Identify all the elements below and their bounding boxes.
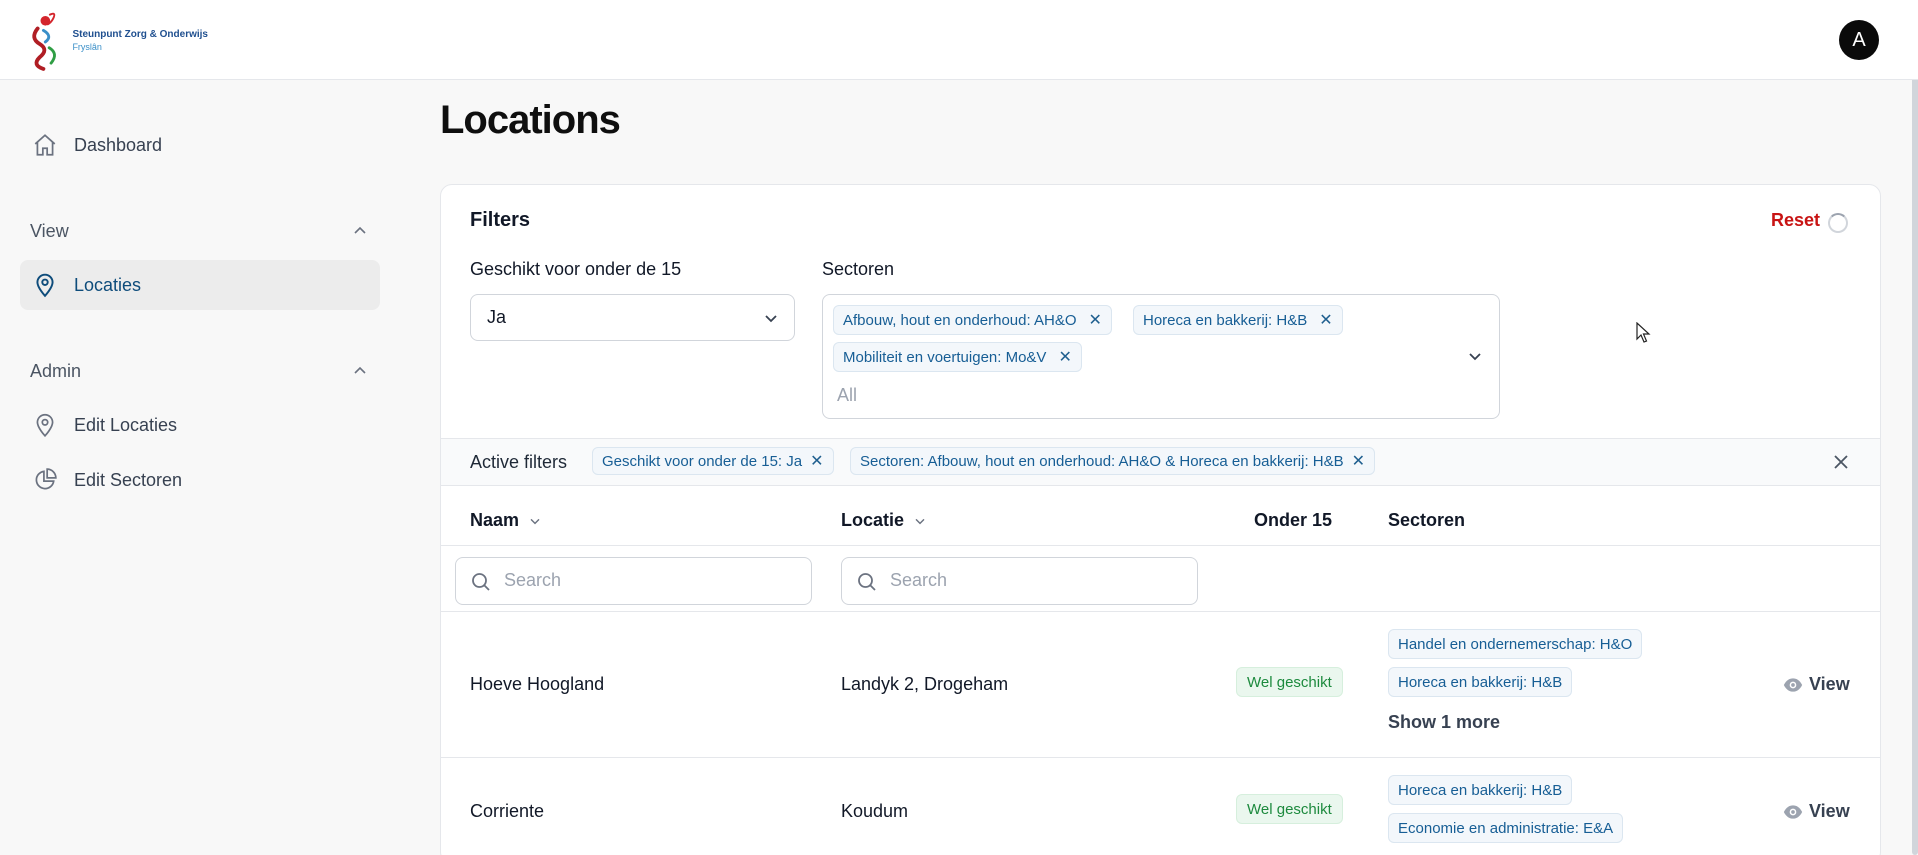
column-header-label: Naam [470,510,520,530]
locatie-search-input[interactable] [890,570,1170,591]
remove-tag-icon[interactable]: ✕ [1089,310,1102,330]
search-icon [472,573,490,591]
sidebar-item-edit-sectoren[interactable]: Edit Sectoren [20,455,380,505]
sectoren-tag: Horeca en bakkerij: H&B ✕ [1133,305,1343,335]
active-filter-chip-label: Geschikt voor onder de 15: Ja [602,452,803,470]
divider [441,757,1880,758]
logo-mark-icon [32,12,56,71]
chevron-up-icon [354,226,366,234]
search-icon [858,573,876,591]
remove-tag-icon[interactable]: ✕ [1319,310,1332,330]
cell-locatie: Koudum [841,801,909,821]
sectoren-tag-label: Horeca en bakkerij: H&B [1143,311,1308,329]
mouse-cursor-icon [1636,322,1651,343]
sector-tag: Handel en ondernemerschap: H&O [1388,629,1643,659]
sidebar-item-locaties[interactable]: Locaties [20,260,380,310]
column-header-sectoren: Sectoren [1388,510,1465,531]
filters-title: Filters [470,209,531,231]
active-filters-label: Active filters [470,452,568,472]
locatie-search-field[interactable] [841,557,1198,605]
chevron-down-icon [915,518,925,524]
sidebar: Dashboard View Locaties Admin Edit Locat… [0,80,390,855]
status-badge: Wel geschikt [1236,794,1343,824]
sectoren-tag: Mobiliteit en voertuigen: Mo&V ✕ [833,342,1082,372]
sectoren-multiselect[interactable]: Afbouw, hout en onderhoud: AH&O ✕ Horeca… [822,294,1500,419]
locations-card: Filters Reset Geschikt voor onder de 15 … [440,184,1881,855]
logo[interactable]: Steunpunt Zorg & Onderwijs Fryslân [28,8,208,74]
sidebar-group-view[interactable]: View [30,216,370,246]
sector-tag: Horeca en bakkerij: H&B [1388,667,1573,697]
remove-filter-icon[interactable]: ✕ [1352,451,1365,471]
sectoren-tag-label: Mobiliteit en voertuigen: Mo&V [843,348,1047,366]
sidebar-item-label: Locaties [74,274,142,295]
divider [441,611,1880,612]
home-icon [30,130,60,160]
map-pin-icon [30,410,60,440]
under15-select[interactable]: Ja [470,294,795,341]
view-button[interactable]: View [1783,801,1850,822]
sectoren-placeholder: All [837,385,858,405]
eye-icon [1783,804,1803,819]
sidebar-group-admin[interactable]: Admin [30,356,370,386]
column-header-label: Sectoren [1388,510,1466,530]
user-avatar[interactable]: A [1839,20,1879,60]
active-filters-bar: Active filters Geschikt voor onder de 15… [441,438,1880,486]
sector-tag: Horeca en bakkerij: H&B [1388,775,1573,805]
sidebar-item-dashboard[interactable]: Dashboard [20,120,380,170]
under15-filter-label: Geschikt voor onder de 15 [470,259,682,279]
sectoren-tag: Afbouw, hout en onderhoud: AH&O ✕ [833,305,1112,335]
reset-filters-button[interactable]: Reset [1771,210,1820,231]
pie-chart-icon [30,465,60,495]
divider [441,545,1880,546]
clear-filters-icon[interactable] [1830,451,1852,473]
active-filter-chip: Sectoren: Afbouw, hout en onderhoud: AH&… [850,447,1376,475]
sidebar-item-label: Edit Locaties [74,414,178,435]
chevron-down-icon [765,315,777,323]
sidebar-item-label: Dashboard [74,134,163,155]
view-button[interactable]: View [1783,674,1850,695]
page-scrollbar[interactable] [1912,40,1918,855]
column-header-onder15: Onder 15 [1254,510,1332,531]
top-bar: Steunpunt Zorg & Onderwijs Fryslân A [0,0,1918,80]
column-header-label: Locatie [841,510,905,530]
naam-search-field[interactable] [455,557,812,605]
sidebar-item-label: Edit Sectoren [74,469,183,490]
view-label: View [1809,674,1850,694]
sectoren-tag-label: Afbouw, hout en onderhoud: AH&O [843,311,1077,329]
cell-naam: Corriente [470,801,545,821]
chevron-down-icon [1469,353,1481,361]
sectoren-filter-label: Sectoren [822,259,895,279]
eye-icon [1783,677,1803,692]
column-header-locatie[interactable]: Locatie [841,510,928,531]
status-badge: Wel geschikt [1236,667,1343,697]
show-more-button[interactable]: Show 1 more [1388,712,1500,733]
column-header-naam[interactable]: Naam [470,510,543,531]
view-label: View [1809,801,1850,821]
chevron-down-icon [530,518,540,524]
logo-line1: Steunpunt Zorg & Onderwijs [72,29,208,40]
sidebar-group-label: Admin [30,360,82,381]
sidebar-group-label: View [30,220,69,241]
loading-spinner-icon [1828,213,1848,233]
under15-selected-value: Ja [487,307,507,327]
sector-tag: Economie en administratie: E&A [1388,813,1624,843]
column-header-label: Onder 15 [1254,510,1333,530]
cell-naam: Hoeve Hoogland [470,674,605,694]
remove-filter-icon[interactable]: ✕ [810,451,823,471]
logo-line2: Fryslân [72,42,102,52]
active-filter-chip: Geschikt voor onder de 15: Ja ✕ [592,447,834,475]
map-pin-icon [30,270,60,300]
active-filter-chip-label: Sectoren: Afbouw, hout en onderhoud: AH&… [860,452,1344,470]
remove-tag-icon[interactable]: ✕ [1058,347,1071,367]
sidebar-item-edit-locaties[interactable]: Edit Locaties [20,400,380,450]
naam-search-input[interactable] [504,570,784,591]
chevron-up-icon [354,366,366,374]
cell-locatie: Landyk 2, Drogeham [841,674,1009,694]
page-title: Locations [440,98,621,142]
